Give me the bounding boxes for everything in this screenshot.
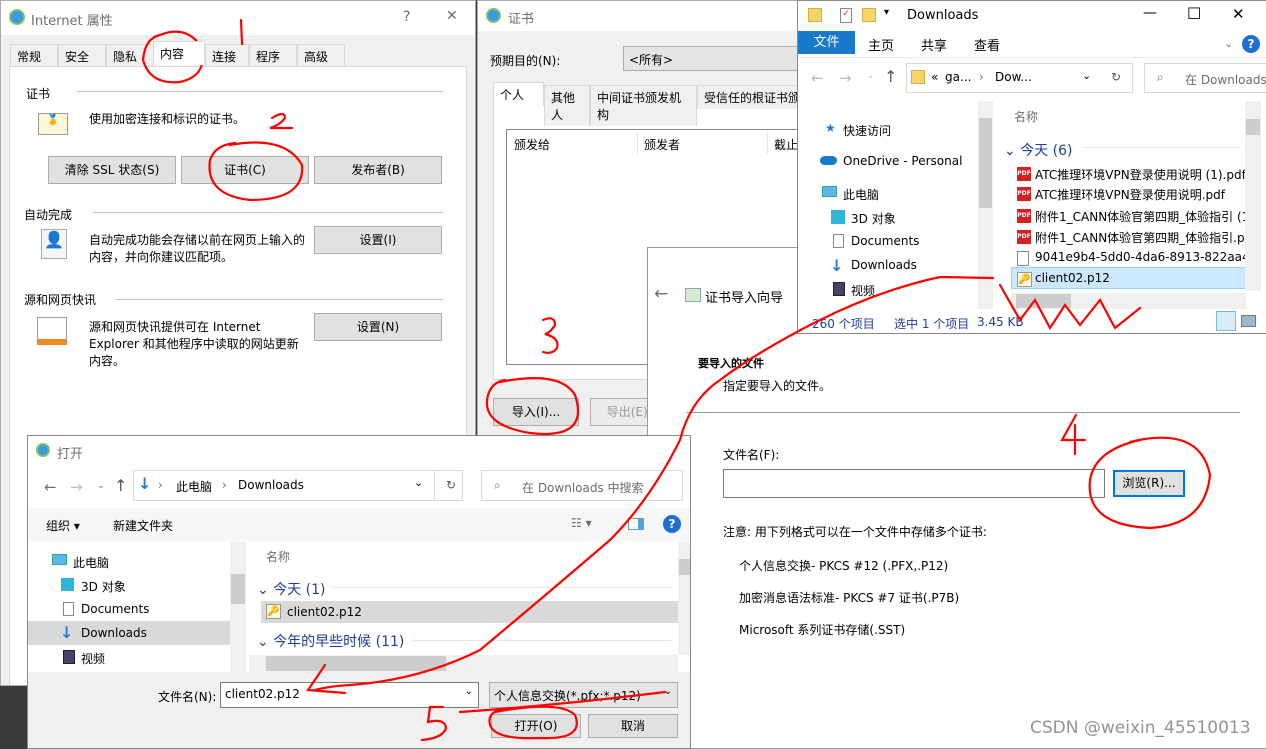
annotation-line-drag [313,275,995,692]
annotation-number-5 [420,705,448,742]
annotation-circle-open-button [488,705,578,740]
annotation-number-1 [239,18,244,46]
annotation-circle-certificates-button [208,141,304,202]
watermark: CSDN @weixin_45510013 [1030,718,1251,738]
annotation-number-4 [1060,413,1087,456]
annotation-circle-import-button [485,377,580,435]
tab-content[interactable]: 内容 [153,41,205,65]
annotation-arrow-head [306,663,347,695]
annotation-number-3 [541,317,559,354]
annotation-layer [141,18,1212,742]
annotation-zigzag [998,283,1142,331]
annotation-circle-browse-button [1088,436,1212,530]
annotation-number-2 [269,112,294,130]
